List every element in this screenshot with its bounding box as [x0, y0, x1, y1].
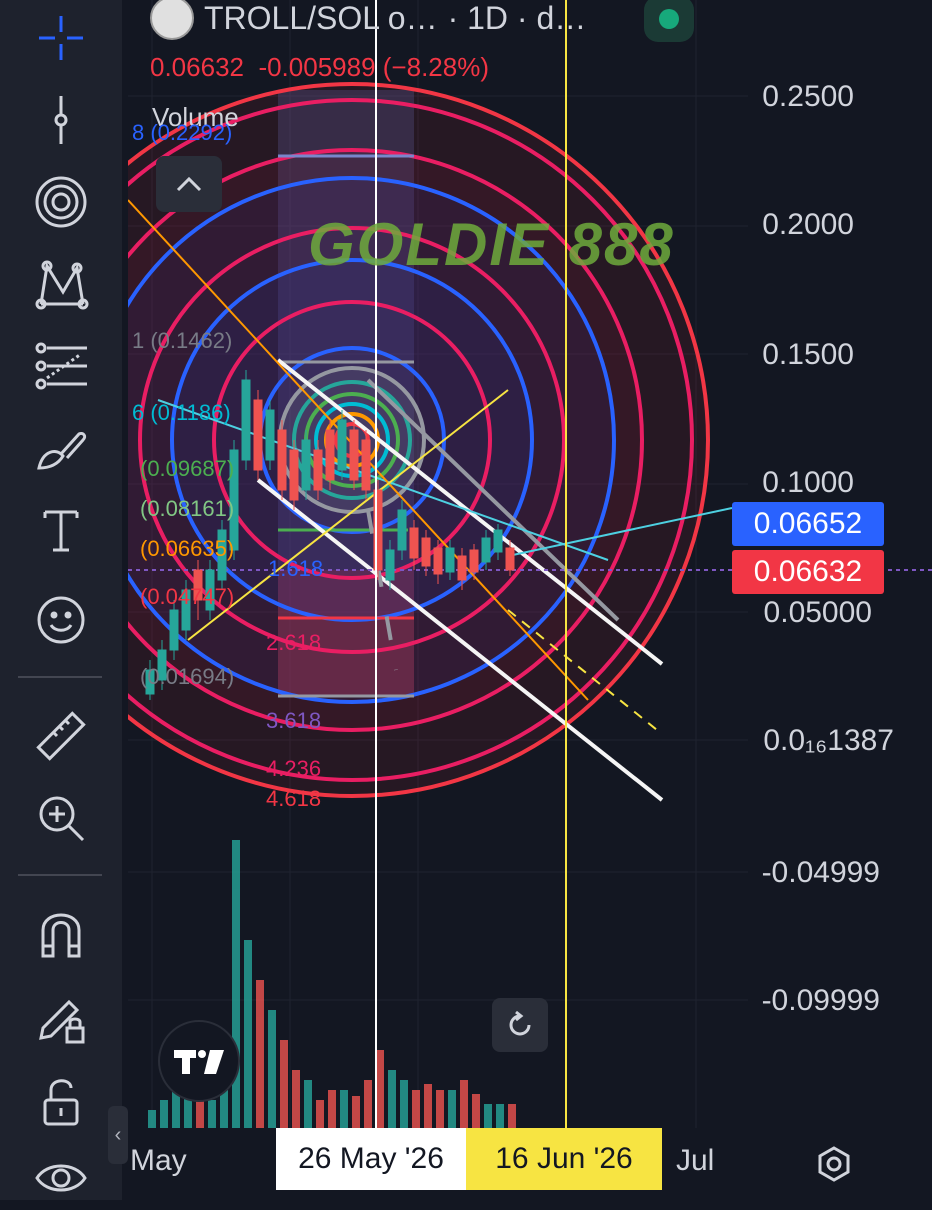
fib-circle-icon[interactable] — [26, 170, 96, 234]
fib-ext-label: 1.618 — [268, 556, 324, 581]
symbol-interval: · 1D · d… — [447, 0, 587, 36]
time-axis-label: May — [130, 1144, 187, 1177]
price-axis-label: 0.2000 — [762, 208, 854, 241]
last-value: 0.06632 — [150, 52, 244, 82]
ruler-icon[interactable] — [26, 704, 96, 768]
toolbar-divider — [18, 676, 102, 678]
symbol-name: TROLL/SOL o… — [204, 0, 438, 36]
price-axis-label: 0.1000 — [762, 466, 854, 499]
toolbar-collapse-tab[interactable]: ‹ — [108, 1106, 128, 1164]
text-icon[interactable] — [26, 498, 96, 562]
fib-label: (0.04747) — [140, 584, 235, 609]
unlock-icon[interactable] — [26, 1070, 96, 1134]
chart-settings-icon[interactable] — [810, 1140, 858, 1188]
crosshair-icon[interactable] — [26, 6, 96, 70]
price-axis-label: 0.0₁₆1387 — [763, 724, 894, 757]
time-axis-marker-yellow: 16 Jun '26 — [466, 1128, 662, 1190]
forecast-icon[interactable] — [26, 334, 96, 398]
symbol-avatar-icon — [150, 0, 194, 40]
tradingview-logo-icon[interactable] — [158, 1020, 240, 1102]
market-status-icon[interactable] — [644, 0, 694, 42]
price-axis-label: 0.05000 — [763, 596, 872, 629]
toolbar-divider — [18, 874, 102, 876]
time-axis-label: Jul — [676, 1144, 715, 1177]
price-change: 0.06632 -0.005989 (−8.28%) — [150, 52, 489, 83]
time-axis-marker-white: 26 May '26 — [276, 1128, 466, 1190]
eye-icon[interactable] — [26, 1146, 96, 1210]
change-value: -0.005989 (−8.28%) — [258, 52, 489, 82]
fib-label: (0.08161) — [140, 496, 235, 521]
reset-chart-icon[interactable] — [492, 998, 548, 1052]
price-axis-label: 0.2500 — [762, 80, 854, 113]
fib-label: 6 (0.1186) — [132, 400, 231, 425]
fib-label: 1 (0.1462) — [132, 328, 233, 353]
drawing-toolbar — [0, 0, 122, 1200]
watermark-text: GOLDIE 888 — [308, 211, 675, 278]
brush-icon[interactable] — [26, 416, 96, 480]
fib-label: 8 (0.2292) — [132, 120, 233, 145]
price-axis-label: 0.1500 — [762, 338, 854, 371]
magnet-icon[interactable] — [26, 902, 96, 966]
zoom-in-icon[interactable] — [26, 786, 96, 850]
fib-label: (0.01694) — [140, 664, 235, 689]
lock-drawing-icon[interactable] — [26, 986, 96, 1050]
symbol-legend[interactable]: TROLL/SOL o… · 1D · d… — [150, 0, 587, 40]
fib-label: (0.06635) — [140, 536, 235, 561]
pattern-icon[interactable] — [26, 252, 96, 316]
emoji-icon[interactable] — [26, 588, 96, 652]
price-badge-red: 0.06632 — [732, 550, 884, 594]
price-axis-label: -0.09999 — [761, 984, 880, 1017]
fib-ext-label: 3.618 — [266, 708, 322, 733]
price-badge-blue: 0.06652 — [732, 502, 884, 546]
fib-label: (0.09687) — [140, 456, 235, 481]
fib-ext-label: 2.618 — [266, 630, 322, 655]
chevron-up-icon[interactable] — [156, 156, 222, 212]
fib-ext-label: 4.236 — [266, 756, 322, 781]
trend-line-icon[interactable] — [26, 88, 96, 152]
price-axis-label: -0.04999 — [761, 856, 880, 889]
fib-ext-label: 4.618 — [266, 786, 322, 811]
